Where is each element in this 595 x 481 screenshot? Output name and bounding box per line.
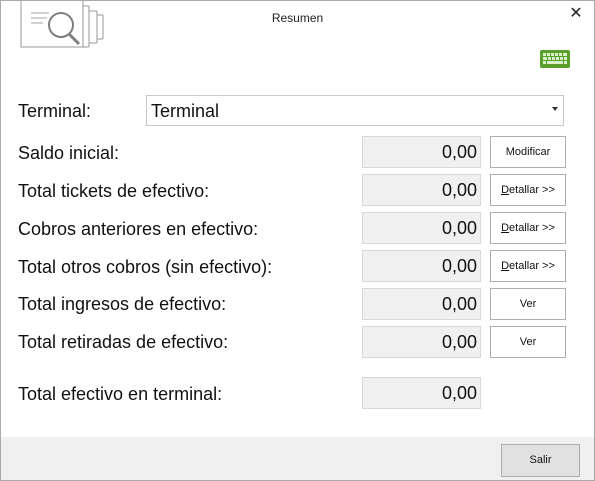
ver-retiradas-button[interactable]: Ver: [490, 326, 566, 358]
terminal-select[interactable]: Terminal: [146, 95, 564, 126]
terminal-select-value: Terminal: [151, 101, 220, 121]
total-efectivo-terminal-value: 0,00: [362, 377, 481, 409]
total-retiradas-efectivo-label: Total retiradas de efectivo:: [18, 332, 229, 352]
ver-ingresos-button[interactable]: Ver: [490, 288, 566, 320]
detallar-tickets-button-mnemonic: D: [501, 184, 510, 196]
total-otros-cobros-label: Total otros cobros (sin efectivo):: [18, 257, 273, 277]
detallar-tickets-button[interactable]: Detallar >>: [490, 174, 566, 206]
detallar-otros-cobros-button[interactable]: Detallar >>: [490, 250, 566, 282]
detallar-otros-cobros-button-mnemonic: D: [501, 260, 510, 272]
detallar-tickets-button-text: etallar >>: [509, 184, 555, 196]
salir-button[interactable]: Salir: [501, 444, 580, 477]
total-otros-cobros-value: 0,00: [362, 250, 481, 282]
detallar-cobros-anteriores-button-text: etallar >>: [509, 222, 555, 234]
resumen-dialog: Resumen ✕ Terminal: Terminal Saldo inici…: [0, 0, 595, 481]
magnifier-documents-icon: [20, 1, 104, 48]
total-tickets-efectivo-label: Total tickets de efectivo:: [18, 181, 210, 201]
total-tickets-efectivo-value: 0,00: [362, 174, 481, 206]
total-ingresos-efectivo-label: Total ingresos de efectivo:: [18, 294, 227, 314]
detallar-cobros-anteriores-button-mnemonic: D: [501, 222, 510, 234]
keyboard-icon[interactable]: [539, 48, 571, 70]
cobros-anteriores-value: 0,00: [362, 212, 481, 244]
close-button[interactable]: ✕: [567, 5, 585, 23]
dropdown-arrow-icon[interactable]: [552, 107, 558, 111]
modificar-button[interactable]: Modificar: [490, 136, 566, 168]
saldo-inicial-value: 0,00: [362, 136, 481, 168]
total-ingresos-efectivo-value: 0,00: [362, 288, 481, 320]
terminal-label: Terminal:: [18, 101, 92, 121]
total-efectivo-terminal-label: Total efectivo en terminal:: [18, 384, 223, 404]
saldo-inicial-label: Saldo inicial:: [18, 143, 120, 163]
cobros-anteriores-label: Cobros anteriores en efectivo:: [18, 219, 259, 239]
total-retiradas-efectivo-value: 0,00: [362, 326, 481, 358]
detallar-otros-cobros-button-text: etallar >>: [509, 260, 555, 272]
detallar-cobros-anteriores-button[interactable]: Detallar >>: [490, 212, 566, 244]
